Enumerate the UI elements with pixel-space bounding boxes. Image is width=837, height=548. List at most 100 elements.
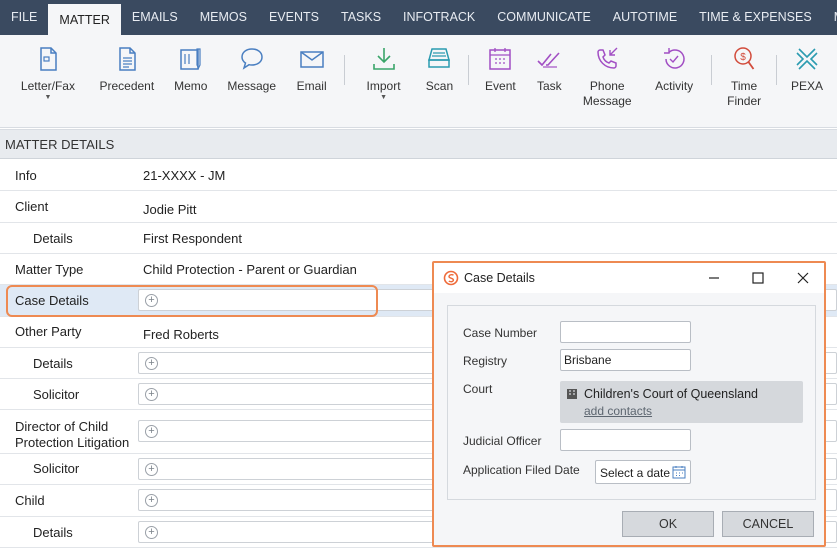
activity-history-icon: [664, 48, 685, 69]
other-party-solicitor-label: Solicitor: [33, 387, 80, 402]
add-circle-icon: +: [145, 357, 158, 370]
tab-emails[interactable]: EMAILS: [121, 0, 189, 35]
add-circle-icon: +: [145, 425, 158, 438]
other-party-label: Other Party: [15, 324, 82, 339]
director-label-line1: Director of Child: [15, 419, 109, 434]
phone-message-label-1: Phone: [589, 79, 625, 93]
judicial-officer-label: Judicial Officer: [463, 434, 542, 448]
task-check-icon: [537, 52, 560, 68]
filed-date-picker[interactable]: Select a date: [595, 460, 691, 484]
message-button[interactable]: Message: [224, 45, 280, 127]
child-label: Child: [15, 493, 45, 508]
court-field[interactable]: Children's Court of Queensland add conta…: [560, 381, 803, 423]
dialog-form: Case Number Registry Brisbane Court Chil…: [447, 305, 816, 500]
director-label-line2: Protection Litigation: [15, 435, 130, 450]
scanner-icon: [428, 48, 451, 68]
activity-label: Activity: [655, 79, 694, 93]
precedent-label: Precedent: [99, 79, 155, 93]
registry-label: Registry: [463, 354, 508, 368]
building-icon: [567, 389, 577, 399]
other-party-value[interactable]: Fred Roberts: [143, 327, 219, 342]
memo-icon: [180, 48, 201, 70]
event-button[interactable]: Event: [469, 45, 531, 127]
tab-communicate[interactable]: COMMUNICATE: [486, 0, 602, 35]
letter-fax-button[interactable]: Letter/Fax ▼: [0, 45, 96, 127]
add-circle-icon: +: [145, 388, 158, 401]
filed-date-placeholder: Select a date: [600, 466, 671, 480]
tab-matter[interactable]: MATTER: [48, 4, 121, 35]
info-label: Info: [15, 168, 37, 183]
tab-file[interactable]: FILE: [0, 0, 48, 35]
case-number-input[interactable]: [560, 321, 691, 343]
email-label: Email: [296, 79, 327, 93]
client-label: Client: [15, 199, 49, 214]
phone-incoming-icon: [597, 47, 618, 69]
dialog-title: Case Details: [464, 271, 535, 285]
case-number-label: Case Number: [463, 326, 538, 340]
calendar-icon: [489, 48, 512, 70]
judicial-officer-input[interactable]: [560, 429, 691, 451]
add-circle-icon: +: [145, 494, 158, 507]
activity-button[interactable]: Activity: [647, 45, 701, 127]
tab-time-expenses[interactable]: TIME & EXPENSES: [688, 0, 823, 35]
envelope-icon: [299, 51, 324, 68]
scan-label: Scan: [425, 79, 454, 93]
court-value: Children's Court of Queensland: [584, 387, 759, 401]
client-value[interactable]: Jodie Pitt: [143, 202, 196, 217]
memo-button[interactable]: Memo: [158, 45, 224, 127]
add-circle-icon: +: [145, 526, 158, 539]
app-logo-icon: [443, 270, 459, 286]
tab-more[interactable]: MA: [823, 0, 837, 35]
row-client-details: Details First Respondent: [0, 223, 837, 254]
client-details-value[interactable]: First Respondent: [143, 231, 242, 246]
matter-type-value[interactable]: Child Protection - Parent or Guardian: [143, 262, 357, 277]
memo-label: Memo: [174, 79, 208, 93]
maximize-icon[interactable]: [748, 268, 768, 288]
time-finder-button[interactable]: $ Time Finder: [712, 45, 776, 127]
add-circle-icon: +: [145, 463, 158, 476]
cancel-button[interactable]: CANCEL: [722, 511, 814, 537]
menu-bar: FILE MATTER EMAILS MEMOS EVENTS TASKS IN…: [0, 0, 837, 35]
case-details-dialog: Case Details Case Number Registry Brisba…: [432, 261, 826, 547]
message-bubble-icon: [240, 48, 263, 70]
matter-type-label: Matter Type: [15, 262, 84, 277]
add-contacts-link[interactable]: add contacts: [584, 404, 652, 418]
time-finder-label-2: Finder: [727, 94, 762, 108]
phone-message-button[interactable]: Phone Message: [567, 45, 647, 127]
client-details-label: Details: [33, 231, 73, 246]
tab-autotime[interactable]: AUTOTIME: [602, 0, 688, 35]
row-client: Client Jodie Pitt: [0, 191, 837, 223]
calendar-icon[interactable]: [672, 465, 686, 479]
scan-button[interactable]: Scan: [422, 45, 456, 127]
email-button[interactable]: Email: [280, 45, 344, 127]
registry-input[interactable]: Brisbane: [560, 349, 691, 371]
pexa-button[interactable]: PEXA: [777, 45, 837, 127]
import-label: Import: [366, 79, 401, 93]
message-label: Message: [227, 79, 277, 93]
tab-memos[interactable]: MEMOS: [189, 0, 258, 35]
task-button[interactable]: Task: [531, 45, 567, 127]
task-label: Task: [536, 79, 562, 93]
case-details-highlight: [6, 285, 378, 317]
info-value[interactable]: 21-XXXX - JM: [143, 168, 225, 183]
director-label: Director of Child Protection Litigation: [15, 419, 129, 451]
minimize-icon[interactable]: [704, 268, 724, 288]
tab-infotrack[interactable]: INFOTRACK: [392, 0, 486, 35]
dropdown-caret-icon: ▼: [380, 94, 387, 101]
matter-details-header: MATTER DETAILS: [0, 129, 837, 159]
svg-text:$: $: [740, 52, 746, 63]
import-button[interactable]: Import ▼: [345, 45, 423, 127]
other-party-details-label: Details: [33, 356, 73, 371]
ok-button[interactable]: OK: [622, 511, 714, 537]
pexa-label: PEXA: [791, 79, 824, 93]
time-finder-label-1: Time: [731, 79, 758, 93]
tab-tasks[interactable]: TASKS: [330, 0, 392, 35]
child-details-label: Details: [33, 525, 73, 540]
precedent-button[interactable]: Precedent: [96, 45, 158, 127]
tab-events[interactable]: EVENTS: [258, 0, 330, 35]
close-icon[interactable]: [793, 268, 813, 288]
import-download-icon: [372, 48, 395, 70]
dialog-title-bar[interactable]: Case Details: [434, 263, 824, 293]
director-solicitor-label: Solicitor: [33, 461, 80, 476]
ribbon-toolbar: Letter/Fax ▼ Precedent Memo Message Emai…: [0, 35, 837, 128]
